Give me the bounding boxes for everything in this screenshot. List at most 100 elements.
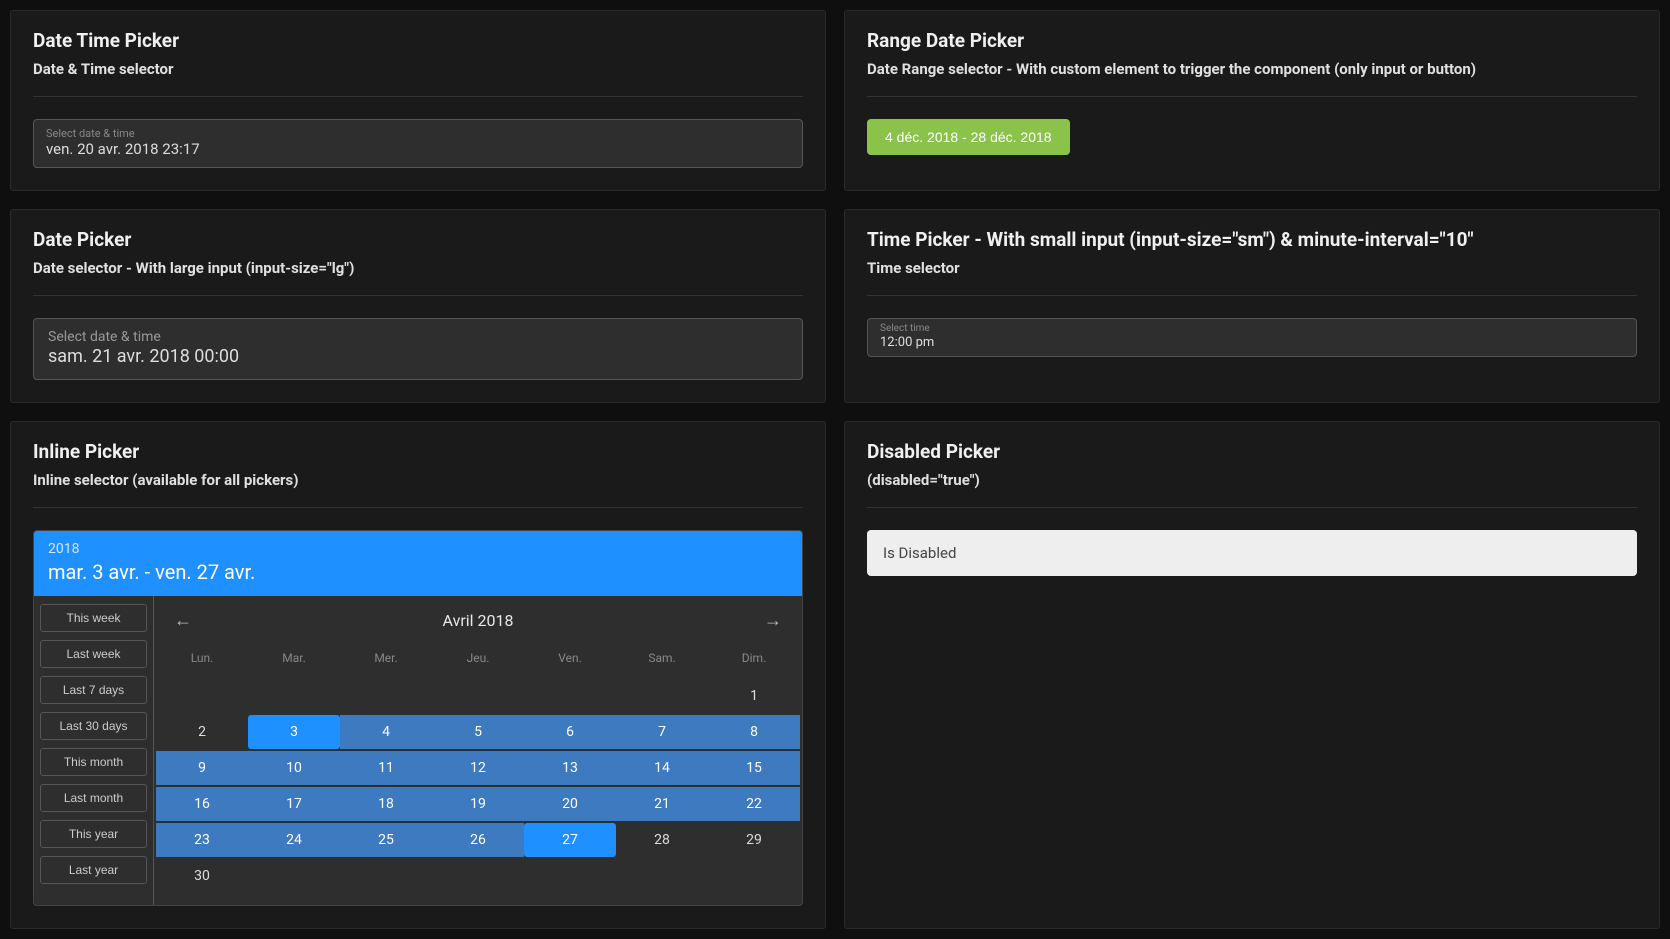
card-disabled-picker: Disabled Picker (disabled="true") Is Dis… bbox=[844, 421, 1660, 929]
calendar-day[interactable]: 10 bbox=[248, 751, 340, 785]
calendar-day bbox=[340, 679, 432, 713]
calendar-day bbox=[616, 859, 708, 893]
calendar-day[interactable]: 9 bbox=[156, 751, 248, 785]
calendar-day[interactable]: 29 bbox=[708, 823, 800, 857]
divider bbox=[33, 507, 803, 508]
calendar-day bbox=[340, 859, 432, 893]
calendar-day[interactable]: 3 bbox=[248, 715, 340, 749]
card-subtitle: Date selector - With large input (input-… bbox=[33, 259, 803, 277]
calendar-day bbox=[708, 859, 800, 893]
calendar-header: 2018 mar. 3 avr. - ven. 27 avr. bbox=[34, 531, 802, 596]
divider bbox=[33, 295, 803, 296]
card-date-picker: Date Picker Date selector - With large i… bbox=[10, 209, 826, 403]
calendar-month-label[interactable]: Avril 2018 bbox=[443, 611, 514, 630]
card-inline-picker: Inline Picker Inline selector (available… bbox=[10, 421, 826, 929]
calendar-dow: Jeu. bbox=[432, 641, 524, 679]
calendar-day bbox=[432, 679, 524, 713]
calendar-day bbox=[616, 679, 708, 713]
calendar-day[interactable]: 19 bbox=[432, 787, 524, 821]
calendar-day[interactable]: 8 bbox=[708, 715, 800, 749]
calendar-day[interactable]: 4 bbox=[340, 715, 432, 749]
prev-month-button[interactable]: ← bbox=[174, 610, 192, 631]
calendar-range-label: mar. 3 avr. - ven. 27 avr. bbox=[48, 560, 788, 584]
calendar-day[interactable]: 20 bbox=[524, 787, 616, 821]
shortcut-button[interactable]: Last year bbox=[40, 856, 147, 884]
calendar-day[interactable]: 14 bbox=[616, 751, 708, 785]
calendar-day bbox=[432, 859, 524, 893]
range-trigger-button[interactable]: 4 déc. 2018 - 28 déc. 2018 bbox=[867, 119, 1070, 155]
shortcut-button[interactable]: Last 30 days bbox=[40, 712, 147, 740]
calendar-day[interactable]: 18 bbox=[340, 787, 432, 821]
calendar-day[interactable]: 30 bbox=[156, 859, 248, 893]
shortcut-button[interactable]: Last week bbox=[40, 640, 147, 668]
shortcut-button[interactable]: Last 7 days bbox=[40, 676, 147, 704]
card-subtitle: Date Range selector - With custom elemen… bbox=[867, 60, 1637, 78]
disabled-input: Is Disabled bbox=[867, 530, 1637, 576]
calendar-day[interactable]: 2 bbox=[156, 715, 248, 749]
calendar-day[interactable]: 6 bbox=[524, 715, 616, 749]
calendar-dow: Mar. bbox=[248, 641, 340, 679]
calendar-day[interactable]: 24 bbox=[248, 823, 340, 857]
time-input[interactable]: Select time 12:00 pm bbox=[867, 318, 1637, 357]
shortcut-button[interactable]: This year bbox=[40, 820, 147, 848]
calendar-day[interactable]: 11 bbox=[340, 751, 432, 785]
card-datetime-picker: Date Time Picker Date & Time selector Se… bbox=[10, 10, 826, 191]
shortcuts-panel: This week Last week Last 7 days Last 30 day… bbox=[34, 596, 154, 905]
input-value: 12:00 pm bbox=[880, 335, 1624, 352]
divider bbox=[33, 96, 803, 97]
calendar-day[interactable]: 12 bbox=[432, 751, 524, 785]
calendar-day[interactable]: 5 bbox=[432, 715, 524, 749]
divider bbox=[867, 507, 1637, 508]
calendar-day[interactable]: 28 bbox=[616, 823, 708, 857]
shortcut-button[interactable]: This week bbox=[40, 604, 147, 632]
divider bbox=[867, 295, 1637, 296]
card-subtitle: (disabled="true") bbox=[867, 471, 1637, 489]
card-title: Range Date Picker bbox=[867, 29, 1637, 52]
calendar-day bbox=[156, 679, 248, 713]
card-subtitle: Date & Time selector bbox=[33, 60, 803, 78]
input-value: sam. 21 avr. 2018 00:00 bbox=[48, 345, 788, 368]
calendar-day[interactable]: 15 bbox=[708, 751, 800, 785]
calendar-day[interactable]: 13 bbox=[524, 751, 616, 785]
date-input[interactable]: Select date & time sam. 21 avr. 2018 00:… bbox=[33, 318, 803, 380]
shortcut-button[interactable]: This month bbox=[40, 748, 147, 776]
card-range-picker: Range Date Picker Date Range selector - … bbox=[844, 10, 1660, 191]
calendar-dow: Ven. bbox=[524, 641, 616, 679]
card-time-picker: Time Picker - With small input (input-si… bbox=[844, 209, 1660, 403]
calendar-day bbox=[524, 679, 616, 713]
divider bbox=[867, 96, 1637, 97]
input-label: Select time bbox=[880, 323, 1624, 335]
card-title: Disabled Picker bbox=[867, 440, 1637, 463]
calendar-day[interactable]: 16 bbox=[156, 787, 248, 821]
calendar-dow: Sam. bbox=[616, 641, 708, 679]
calendar-day[interactable]: 1 bbox=[708, 679, 800, 713]
calendar-dow: Lun. bbox=[156, 641, 248, 679]
calendar-day bbox=[248, 859, 340, 893]
shortcut-button[interactable]: Last month bbox=[40, 784, 147, 812]
calendar-day[interactable]: 21 bbox=[616, 787, 708, 821]
calendar-day[interactable]: 7 bbox=[616, 715, 708, 749]
calendar-dow: Dim. bbox=[708, 641, 800, 679]
card-title: Date Picker bbox=[33, 228, 803, 251]
card-title: Date Time Picker bbox=[33, 29, 803, 52]
input-label: Select date & time bbox=[46, 127, 790, 140]
calendar-day[interactable]: 23 bbox=[156, 823, 248, 857]
calendar-year[interactable]: 2018 bbox=[48, 541, 788, 557]
card-title: Inline Picker bbox=[33, 440, 803, 463]
card-title: Time Picker - With small input (input-si… bbox=[867, 228, 1637, 251]
card-subtitle: Time selector bbox=[867, 259, 1637, 277]
card-subtitle: Inline selector (available for all picke… bbox=[33, 471, 803, 489]
inline-calendar: 2018 mar. 3 avr. - ven. 27 avr. This wee… bbox=[33, 530, 803, 906]
calendar-day[interactable]: 25 bbox=[340, 823, 432, 857]
calendar-day[interactable]: 26 bbox=[432, 823, 524, 857]
calendar-day bbox=[524, 859, 616, 893]
input-label: Select date & time bbox=[48, 329, 788, 346]
next-month-button[interactable]: → bbox=[764, 610, 782, 631]
datetime-input[interactable]: Select date & time ven. 20 avr. 2018 23:… bbox=[33, 119, 803, 168]
calendar-dow: Mer. bbox=[340, 641, 432, 679]
calendar-day bbox=[248, 679, 340, 713]
calendar-grid: ← Avril 2018 → Lun.Mar.Mer.Jeu.Ven.Sam.D… bbox=[154, 596, 802, 905]
calendar-day[interactable]: 22 bbox=[708, 787, 800, 821]
calendar-day[interactable]: 27 bbox=[524, 823, 616, 857]
calendar-day[interactable]: 17 bbox=[248, 787, 340, 821]
